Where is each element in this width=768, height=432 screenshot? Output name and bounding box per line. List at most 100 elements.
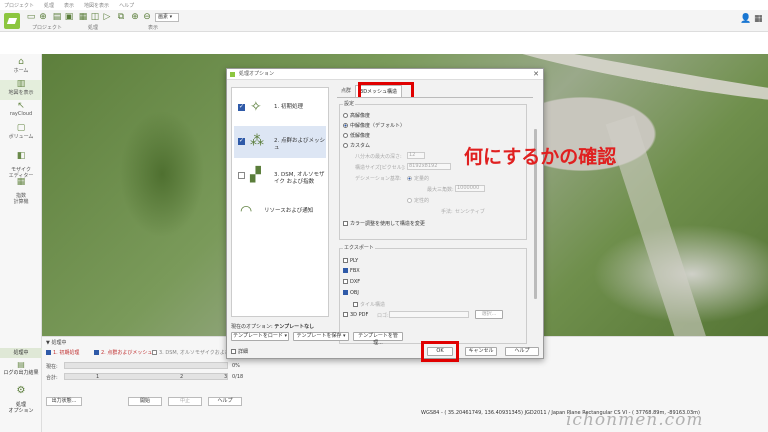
- menu-map-view[interactable]: 地図を表示: [84, 2, 109, 9]
- total-label: 合計:: [46, 375, 58, 381]
- user-icon[interactable]: 👤: [740, 14, 751, 24]
- radio-low-res[interactable]: 低解像度: [343, 132, 370, 139]
- home-icon: ⌂: [18, 57, 24, 67]
- raycloud-icon: ↖: [17, 101, 25, 111]
- volume-icon: ▢: [16, 123, 26, 133]
- dialog-help-button[interactable]: ヘルプ: [505, 347, 539, 356]
- menu-view[interactable]: 表示: [64, 2, 74, 9]
- current-label: 現在:: [46, 364, 58, 370]
- tab-point-cloud[interactable]: 点群: [337, 85, 355, 97]
- crosshair-icon[interactable]: ⊕: [38, 12, 48, 22]
- open-icon[interactable]: ▤: [52, 12, 62, 22]
- radio-quantitative[interactable]: 定量的: [407, 175, 429, 182]
- export-obj-checkbox[interactable]: OBJ: [343, 290, 359, 296]
- process-icon[interactable]: ▦: [78, 12, 88, 22]
- sidebar-item-raycloud[interactable]: ↖ rayCloud: [0, 102, 42, 122]
- stop-button[interactable]: 中止: [168, 397, 202, 406]
- template-save-button[interactable]: テンプレートを保存 ▾: [293, 332, 349, 341]
- watermark: ichonmen.com: [566, 410, 704, 430]
- calculator-icon: ▦: [16, 177, 26, 187]
- advanced-checkbox[interactable]: 詳細: [231, 348, 248, 355]
- close-icon[interactable]: ✕: [533, 69, 539, 80]
- export-ply-checkbox[interactable]: PLY: [343, 258, 358, 264]
- mosaic-icon: ◧: [16, 151, 26, 161]
- octree-depth-input[interactable]: 12: [407, 152, 425, 159]
- mesh-settings-panel: 設定 高解像度 中解像度（デフォルト） 低解像度 カスタム 八分木の最大の深さ:…: [337, 97, 533, 349]
- total-value: 0/18: [232, 374, 244, 380]
- group-label-process: 処理: [88, 25, 99, 31]
- sidebar-log[interactable]: ▤ ログの出力結果: [0, 360, 42, 376]
- decimation-label: デシメーション基準:: [355, 176, 402, 182]
- step-checkbox[interactable]: [238, 137, 245, 145]
- processing-step-1[interactable]: 1. 初期処理: [46, 349, 79, 356]
- dialog-title: 処理オプション: [239, 71, 275, 77]
- color-balance-checkbox[interactable]: カラー調整を使用して構造を変更: [343, 220, 425, 227]
- processing-step-2[interactable]: 2. 点群およびメッシュ: [94, 349, 152, 356]
- radio-medium-res[interactable]: 中解像度（デフォルト）: [343, 122, 405, 129]
- process-options-icon[interactable]: ◫: [90, 12, 100, 22]
- gauge-icon: ◠: [240, 203, 253, 219]
- step-initial-processing[interactable]: ✧ 1. 初期処理: [234, 92, 326, 124]
- menu-project[interactable]: プロジェクト: [4, 2, 34, 9]
- sidebar-item-map-view[interactable]: ▥ 地図を表示: [0, 80, 42, 100]
- cancel-button[interactable]: キャンセル: [465, 347, 497, 356]
- browse-button[interactable]: 選択...: [475, 310, 503, 319]
- step-checkbox[interactable]: [238, 172, 245, 179]
- menu-help[interactable]: ヘルプ: [119, 2, 134, 9]
- export-dxf-checkbox[interactable]: DXF: [343, 279, 360, 285]
- radio-custom[interactable]: カスタム: [343, 142, 370, 149]
- highlight-box-ok: [421, 341, 459, 362]
- output-status-button[interactable]: 出力状態...: [46, 397, 82, 406]
- sidebar-item-mosaic-editor[interactable]: ◧ モザイク エディター: [0, 146, 42, 180]
- help-button[interactable]: ヘルプ: [208, 397, 242, 406]
- logo-label: ロゴ:: [377, 313, 389, 319]
- sidebar-processing-options[interactable]: ⚙ 処理 オプション: [0, 380, 42, 415]
- step-checkbox[interactable]: [238, 103, 245, 111]
- step-point-cloud-mesh[interactable]: ⁂ 2. 点群およびメッシュ: [234, 126, 326, 158]
- sidebar-item-index-calculator[interactable]: ▦ 指数 計算機: [0, 172, 42, 206]
- radio-high-res[interactable]: 高解像度: [343, 112, 370, 119]
- sidebar-processing[interactable]: 処理中: [0, 348, 42, 358]
- template-manage-button[interactable]: テンプレートを管理...: [353, 332, 403, 346]
- current-options-text: 現在のオプション: テンプレートなし: [231, 324, 315, 330]
- menu-process[interactable]: 処理: [44, 2, 54, 9]
- sidebar-item-volume[interactable]: ▢ ボリューム: [0, 124, 42, 144]
- save-icon[interactable]: ▣: [64, 12, 74, 22]
- processing-header: ▼ 処理中: [46, 340, 67, 346]
- zoom-out-icon[interactable]: ⊖: [142, 12, 152, 22]
- current-value: 0%: [232, 363, 240, 369]
- export-icon[interactable]: ⧉: [116, 12, 126, 22]
- template-load-button[interactable]: テンプレートをロード ▾: [231, 332, 289, 341]
- menu-bar: プロジェクト 処理 表示 地図を表示 ヘルプ: [0, 0, 768, 10]
- max-triangles-label: 最大三角数:: [427, 187, 454, 193]
- gear-icon: ⚙: [16, 385, 26, 396]
- sidebar-item-home[interactable]: ⌂ ホーム: [0, 58, 42, 78]
- dsm-icon: ▞: [250, 167, 261, 183]
- play-icon[interactable]: ▷: [102, 12, 112, 22]
- total-mark-2: 2: [180, 374, 184, 380]
- export-fbx-checkbox[interactable]: FBX: [343, 268, 360, 274]
- current-progress-bar: [64, 362, 228, 369]
- grid-icon[interactable]: ▦: [754, 14, 763, 24]
- app-logo-icon: [4, 13, 20, 29]
- view-select[interactable]: 画素 ▾: [155, 13, 179, 22]
- new-project-icon[interactable]: ▭: [26, 12, 36, 22]
- method-select[interactable]: センシティブ: [455, 208, 485, 215]
- zoom-in-icon[interactable]: ⊕: [130, 12, 140, 22]
- left-sidebar: ⌂ ホーム ▥ 地図を表示 ↖ rayCloud ▢ ボリューム ◧ モザイク …: [0, 54, 42, 432]
- max-triangles-input[interactable]: 1000000: [455, 185, 485, 192]
- tile-structure-checkbox[interactable]: タイル構造: [353, 301, 385, 308]
- step-resources[interactable]: ◠ リソースおよび通知: [234, 196, 326, 228]
- start-button[interactable]: 開始: [128, 397, 162, 406]
- method-label: 手法:: [441, 209, 453, 215]
- settings-group-label: 設定: [343, 100, 356, 107]
- export-3dpdf-checkbox[interactable]: 3D PDF: [343, 312, 368, 318]
- dialog-titlebar: 処理オプション ✕: [227, 69, 543, 80]
- toolbar: ▭ ⊕ ▤ ▣ ▦ ◫ ▷ ⧉ ⊕ ⊖ 画素 ▾ プロジェクト 処理 表示 👤 …: [0, 10, 768, 32]
- total-mark-1: 1: [96, 374, 100, 380]
- step-dsm-ortho[interactable]: ▞ 3. DSM, オルソモザイク および指数: [234, 160, 326, 192]
- texture-size-select[interactable]: 8192x8192: [407, 163, 451, 170]
- export-group: [339, 248, 527, 344]
- logo-path-input[interactable]: [389, 311, 469, 318]
- radio-qualitative[interactable]: 定性的: [407, 197, 429, 204]
